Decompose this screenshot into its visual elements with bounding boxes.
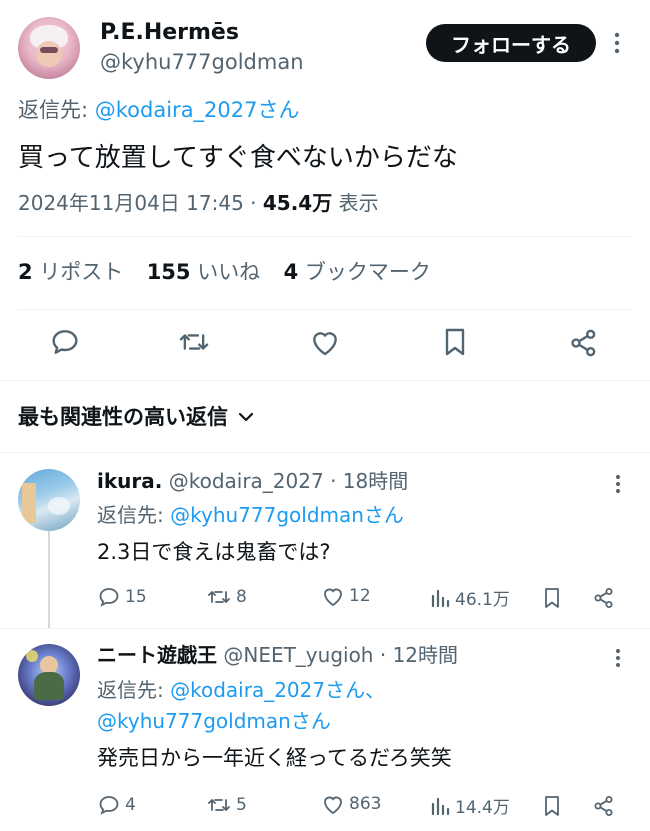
views-count: 14.4万 xyxy=(455,798,510,818)
reply-count: 4 xyxy=(125,795,136,815)
reply-header: ikura. @kodaira_2027 · 18時間 xyxy=(97,467,408,495)
like-icon xyxy=(321,585,345,607)
reply-display-name[interactable]: ikura. xyxy=(97,469,162,493)
more-options-icon[interactable] xyxy=(610,30,624,56)
likes-label: いいね xyxy=(197,260,261,284)
repost-icon xyxy=(206,793,232,817)
repost-action[interactable]: 5 xyxy=(206,793,247,817)
views-icon xyxy=(429,587,451,609)
share-icon[interactable] xyxy=(592,586,616,610)
repost-action[interactable]: 8 xyxy=(206,585,247,609)
views-count: 46.1万 xyxy=(455,590,510,610)
meta-separator: · xyxy=(243,191,263,215)
likes-count: 155 xyxy=(146,260,191,284)
reply-action[interactable]: 15 xyxy=(97,585,147,609)
views-action[interactable]: 46.1万 xyxy=(429,585,510,610)
repost-icon xyxy=(206,585,232,609)
reply-action[interactable]: 4 xyxy=(97,793,136,817)
like-count: 12 xyxy=(349,586,371,606)
views-count: 45.4万 xyxy=(262,191,333,215)
reply-text: 2.3日で食えは鬼畜では? xyxy=(97,540,331,564)
divider xyxy=(0,452,650,453)
reply-count: 15 xyxy=(125,587,147,607)
reply-text: 発売日から一年近く経ってるだろ笑笑 xyxy=(97,746,452,770)
bookmarks-stat[interactable]: 4 ブックマーク xyxy=(284,260,431,284)
replies-sort-selector[interactable]: 最も関連性の高い返信 xyxy=(18,402,254,432)
reply-to-handle[interactable]: @kyhu777goldmanさん xyxy=(97,707,331,735)
tweet-stats: 2 リポスト 155 いいね 4 ブックマーク xyxy=(18,257,431,287)
more-options-icon[interactable] xyxy=(612,647,624,669)
like-icon xyxy=(321,793,345,815)
reply-time[interactable]: · 18時間 xyxy=(330,469,408,493)
reply-handle[interactable]: @kodaira_2027 xyxy=(169,469,324,493)
reply-icon xyxy=(97,793,121,817)
repost-count: 5 xyxy=(236,795,247,815)
reposts-stat[interactable]: 2 リポスト xyxy=(18,260,123,284)
reply-to-line: 返信先: @kyhu777goldmanさん xyxy=(97,501,404,529)
share-icon[interactable] xyxy=(592,794,616,818)
like-count: 863 xyxy=(349,794,382,814)
views-action[interactable]: 14.4万 xyxy=(429,793,510,818)
bookmark-icon[interactable] xyxy=(541,586,563,610)
divider xyxy=(18,309,632,310)
reply-to-prefix: 返信先: xyxy=(97,678,171,702)
likes-stat[interactable]: 155 いいね xyxy=(147,260,261,284)
reposts-count: 2 xyxy=(18,260,33,284)
reply-to-handle[interactable]: @kyhu777goldmanさん xyxy=(170,503,404,527)
reply-header: ニート遊戯王 @NEET_yugioh · 12時間 xyxy=(97,641,458,669)
thread-line xyxy=(48,531,50,629)
reply-time[interactable]: · 12時間 xyxy=(380,643,458,667)
reply-to-handle[interactable]: @kodaira_2027さん、 xyxy=(170,678,385,702)
more-options-icon[interactable] xyxy=(612,473,624,495)
reply-icon[interactable] xyxy=(49,326,81,358)
like-action[interactable]: 863 xyxy=(321,793,381,815)
reply-to-prefix: 返信先: xyxy=(18,98,95,122)
tweet-timestamp[interactable]: 2024年11月04日 17:45 xyxy=(18,191,244,215)
reply-avatar[interactable] xyxy=(18,644,80,706)
repost-icon[interactable] xyxy=(177,326,211,358)
replies-sort-label: 最も関連性の高い返信 xyxy=(18,405,228,429)
reposts-label: リポスト xyxy=(39,260,124,284)
tweet-meta: 2024年11月04日 17:45 · 45.4万 表示 xyxy=(18,189,379,217)
bookmarks-label: ブックマーク xyxy=(304,260,431,284)
follow-button[interactable]: フォローする xyxy=(426,24,596,62)
reply-display-name[interactable]: ニート遊戯王 xyxy=(97,643,217,667)
bookmarks-count: 4 xyxy=(283,260,299,284)
reply-to-prefix: 返信先: xyxy=(97,503,171,527)
divider xyxy=(0,380,650,381)
author-handle[interactable]: @kyhu777goldman xyxy=(100,48,304,76)
reply-to-line: 返信先: @kodaira_2027さん、 xyxy=(97,676,385,704)
repost-count: 8 xyxy=(236,587,247,607)
reply-handle[interactable]: @NEET_yugioh xyxy=(223,643,373,667)
author-avatar[interactable] xyxy=(18,17,80,79)
tweet-text: 買って放置してすぐ食べないからだな xyxy=(18,143,458,173)
reply-to-handle[interactable]: @kodaira_2027さん xyxy=(95,98,300,122)
like-icon[interactable] xyxy=(309,327,341,357)
divider xyxy=(0,628,650,629)
share-icon[interactable] xyxy=(568,327,600,359)
reply-to-line: 返信先: @kodaira_2027さん xyxy=(18,96,300,124)
like-action[interactable]: 12 xyxy=(321,585,371,607)
reply-icon xyxy=(97,585,121,609)
reply-avatar[interactable] xyxy=(18,469,80,531)
chevron-down-icon xyxy=(238,411,254,423)
author-display-name[interactable]: P.E.Hermēs xyxy=(100,19,239,47)
views-label: 表示 xyxy=(332,191,379,215)
divider xyxy=(18,236,632,237)
bookmark-icon[interactable] xyxy=(541,794,563,818)
bookmark-icon[interactable] xyxy=(441,326,469,358)
views-icon xyxy=(429,795,451,817)
